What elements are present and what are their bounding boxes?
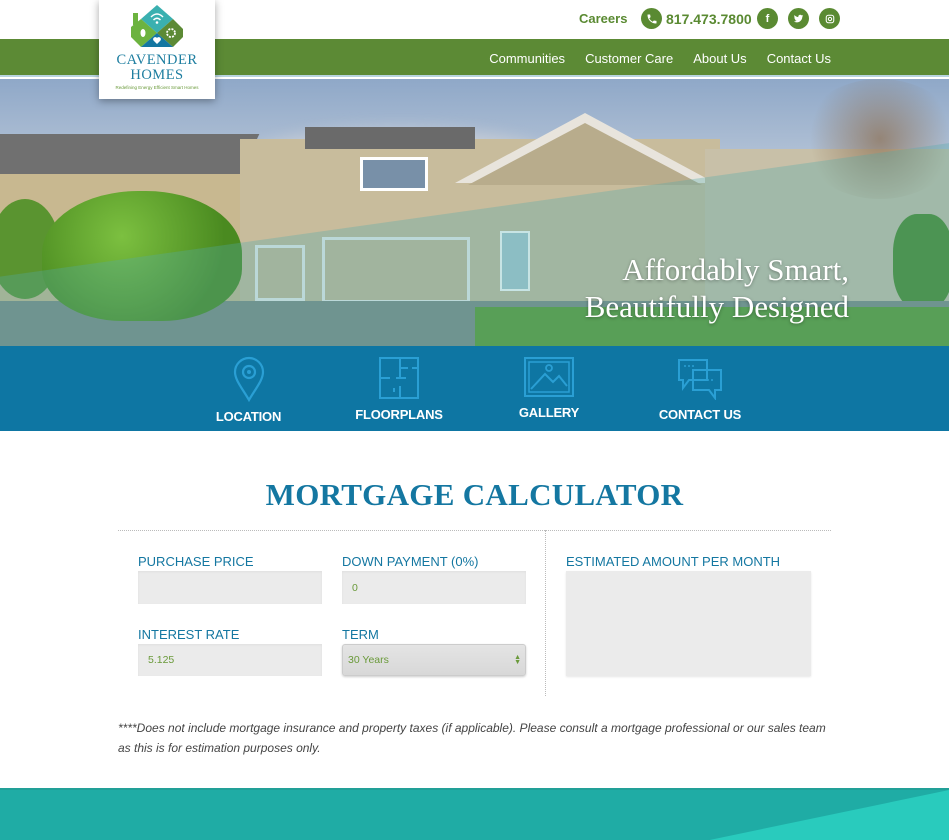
chat-bubbles-icon bbox=[678, 359, 722, 400]
down-payment-label: DOWN PAYMENT (0%) bbox=[342, 554, 479, 569]
term-select[interactable]: 30 Years ▲ ▼ bbox=[342, 644, 526, 676]
interest-rate-input[interactable] bbox=[138, 644, 322, 676]
brand-tagline: Redefining Energy Efficient Smart Homes bbox=[115, 85, 199, 90]
hero-headline-line1: Affordably Smart, bbox=[622, 252, 849, 287]
phone-number: 817.473.7800 bbox=[666, 10, 752, 27]
phone-link[interactable]: 817.473.7800 bbox=[641, 8, 752, 29]
hero-roof-left bbox=[0, 134, 260, 174]
quicklink-location-label: LOCATION bbox=[215, 409, 282, 424]
hero-headline: Affordably Smart, Beautifully Designed bbox=[585, 251, 849, 325]
nav-customer-care[interactable]: Customer Care bbox=[585, 51, 673, 66]
estimate-label: ESTIMATED AMOUNT PER MONTH bbox=[566, 554, 781, 569]
instagram-icon[interactable] bbox=[819, 8, 840, 29]
calculator-divider-horizontal bbox=[118, 530, 831, 531]
facebook-icon[interactable]: f bbox=[757, 8, 778, 29]
map-pin-icon bbox=[233, 356, 264, 402]
nav-about-us[interactable]: About Us bbox=[693, 51, 746, 66]
floorplan-icon bbox=[379, 357, 419, 399]
term-selected-value: 30 Years bbox=[348, 654, 389, 666]
hero-main-roof bbox=[305, 127, 475, 149]
footer-band bbox=[0, 788, 949, 840]
hero-gable-inner bbox=[468, 123, 702, 185]
brand-name-line2: HOMES bbox=[130, 67, 184, 83]
interest-rate-label: INTEREST RATE bbox=[138, 627, 240, 642]
estimate-output bbox=[566, 571, 811, 676]
nav-contact-us[interactable]: Contact Us bbox=[767, 51, 831, 66]
calculator-divider-vertical bbox=[545, 530, 546, 696]
calculator-title: MORTGAGE CALCULATOR bbox=[265, 477, 684, 512]
footer-accent-triangle bbox=[700, 790, 949, 840]
quicklink-floorplans-label: FLOORPLANS bbox=[355, 407, 443, 422]
select-arrows-icon: ▲ ▼ bbox=[514, 654, 521, 666]
hero-headline-line2: Beautifully Designed bbox=[584, 289, 849, 324]
hero-banner: Affordably Smart, Beautifully Designed bbox=[0, 79, 949, 346]
image-icon bbox=[524, 357, 574, 397]
brand-name-line1: CAVENDER bbox=[116, 52, 198, 68]
down-payment-input[interactable] bbox=[342, 571, 526, 604]
quicklink-floorplans[interactable]: FLOORPLANS bbox=[349, 356, 449, 422]
brand-logo[interactable]: CAVENDER HOMES Redefining Energy Efficie… bbox=[99, 0, 215, 99]
quicklinks-bar: LOCATION FLOORPLANS GALLERY CONTACT US bbox=[0, 346, 949, 431]
quicklink-location[interactable]: LOCATION bbox=[200, 356, 297, 424]
quicklink-gallery[interactable]: GALLERY bbox=[505, 356, 593, 420]
hero-window bbox=[360, 157, 428, 191]
term-label: TERM bbox=[342, 627, 379, 642]
house-logo-icon bbox=[131, 5, 183, 47]
purchase-price-label: PURCHASE PRICE bbox=[138, 554, 254, 569]
nav-communities[interactable]: Communities bbox=[489, 51, 565, 66]
twitter-icon[interactable] bbox=[788, 8, 809, 29]
careers-link[interactable]: Careers bbox=[579, 11, 627, 26]
quicklink-gallery-label: GALLERY bbox=[518, 405, 580, 420]
purchase-price-input[interactable] bbox=[138, 571, 322, 604]
quicklink-contact-us[interactable]: CONTACT US bbox=[654, 356, 746, 422]
calculator-disclaimer: ****Does not include mortgage insurance … bbox=[118, 721, 826, 755]
quicklink-contact-us-label: CONTACT US bbox=[658, 407, 742, 422]
phone-icon bbox=[641, 8, 662, 29]
